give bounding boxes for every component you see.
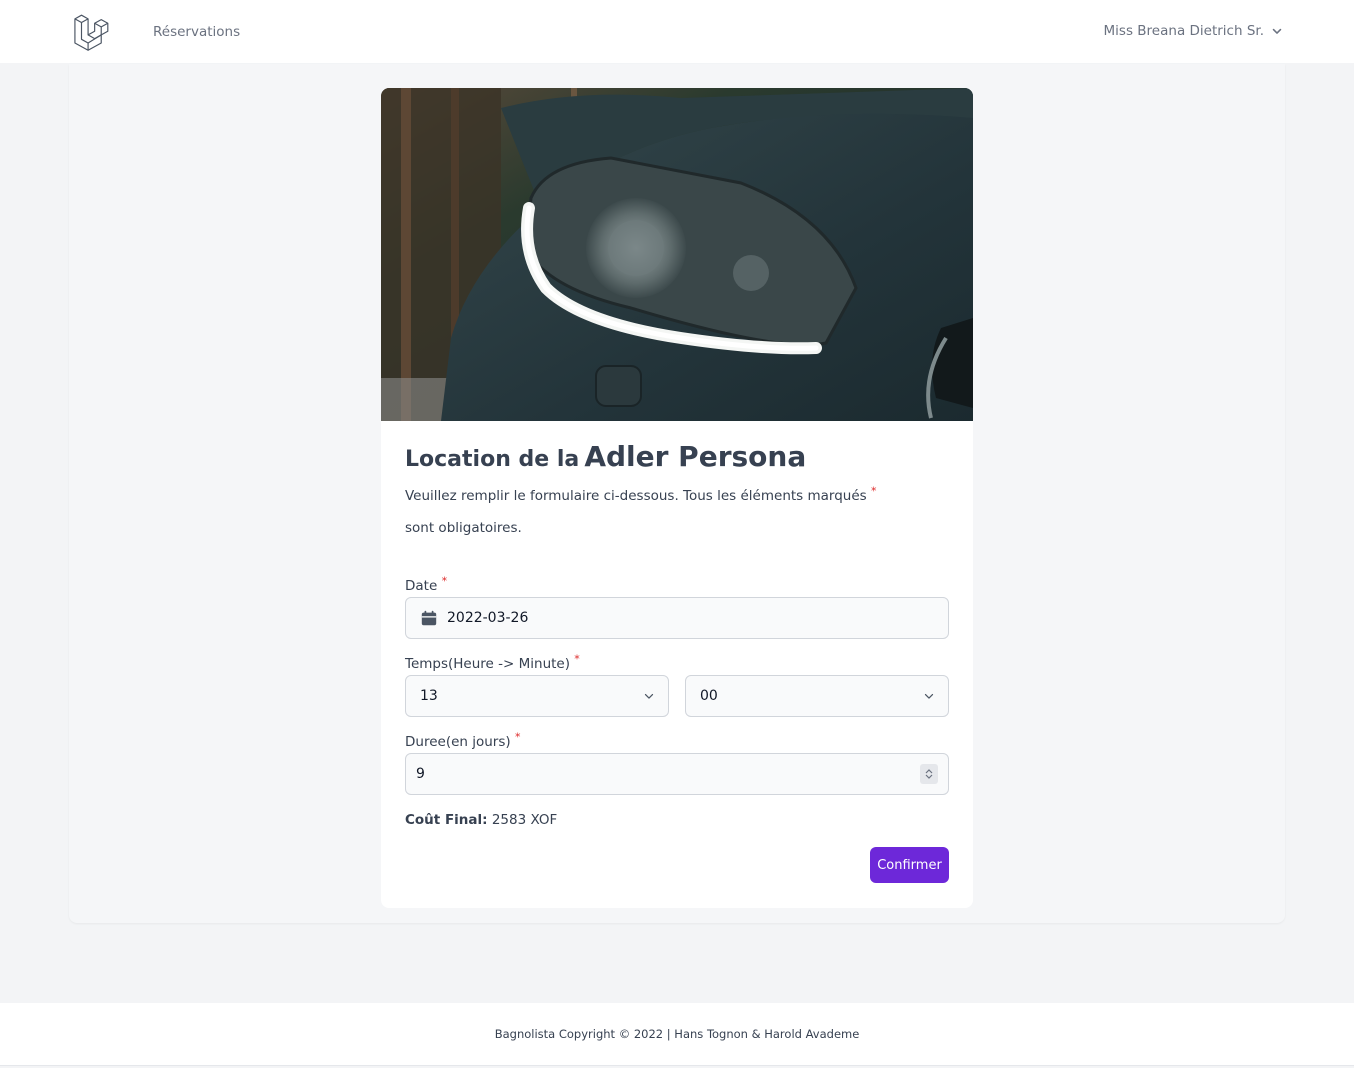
number-stepper[interactable]	[920, 764, 938, 784]
cost-value: 2583 XOF	[491, 812, 558, 828]
required-asterisk: *	[871, 484, 877, 498]
instructions-text-start: Veuillez remplir le formulaire ci-dessou…	[405, 488, 867, 504]
user-name: Miss Breana Dietrich Sr.	[1103, 23, 1264, 39]
hour-value: 13	[420, 688, 438, 704]
required-asterisk: *	[441, 574, 448, 588]
laravel-logo-icon[interactable]	[72, 13, 110, 51]
final-cost: Coût Final: 2583 XOF	[405, 812, 557, 828]
hour-select[interactable]: 13	[405, 675, 669, 717]
minute-value: 00	[700, 688, 718, 704]
chevron-down-icon	[1272, 28, 1282, 34]
top-navigation: Réservations Miss Breana Dietrich Sr.	[0, 0, 1354, 64]
page-title: Location de la Adler Persona	[405, 440, 806, 473]
calendar-icon	[421, 610, 437, 626]
date-label-text: Date	[405, 578, 438, 594]
chevron-down-icon	[644, 693, 654, 699]
duration-input[interactable]: 9	[405, 753, 949, 795]
form-instructions: Veuillez remplir le formulaire ci-dessou…	[405, 480, 905, 544]
date-label: Date *	[405, 574, 448, 595]
footer-copyright: Bagnolista Copyright © 2022 | Hans Togno…	[494, 1027, 860, 1041]
time-label: Temps(Heure -> Minute) *	[405, 652, 580, 673]
reservation-card: Location de la Adler Persona Veuillez re…	[381, 88, 973, 908]
footer: Bagnolista Copyright © 2022 | Hans Togno…	[0, 1003, 1354, 1066]
required-asterisk: *	[574, 652, 580, 666]
time-label-text: Temps(Heure -> Minute)	[405, 656, 570, 672]
instructions-text-end: sont obligatoires.	[405, 520, 522, 536]
confirm-button[interactable]: Confirmer	[870, 847, 949, 883]
date-value: 2022-03-26	[447, 610, 529, 626]
chevron-down-icon	[924, 693, 934, 699]
date-input[interactable]: 2022-03-26	[405, 597, 949, 639]
car-headlight-photo	[381, 88, 973, 421]
minute-select[interactable]: 00	[685, 675, 949, 717]
title-prefix: Location de la	[405, 447, 580, 472]
duration-value: 9	[416, 766, 425, 782]
cost-label: Coût Final:	[405, 812, 488, 828]
duration-label: Duree(en jours) *	[405, 730, 521, 751]
duration-label-text: Duree(en jours)	[405, 734, 511, 750]
user-menu-button[interactable]: Miss Breana Dietrich Sr.	[1104, 23, 1284, 39]
car-name: Adler Persona	[584, 440, 807, 473]
required-asterisk: *	[514, 730, 521, 744]
nav-link-reservations[interactable]: Réservations	[153, 24, 240, 40]
stepper-down-icon[interactable]	[925, 774, 933, 780]
